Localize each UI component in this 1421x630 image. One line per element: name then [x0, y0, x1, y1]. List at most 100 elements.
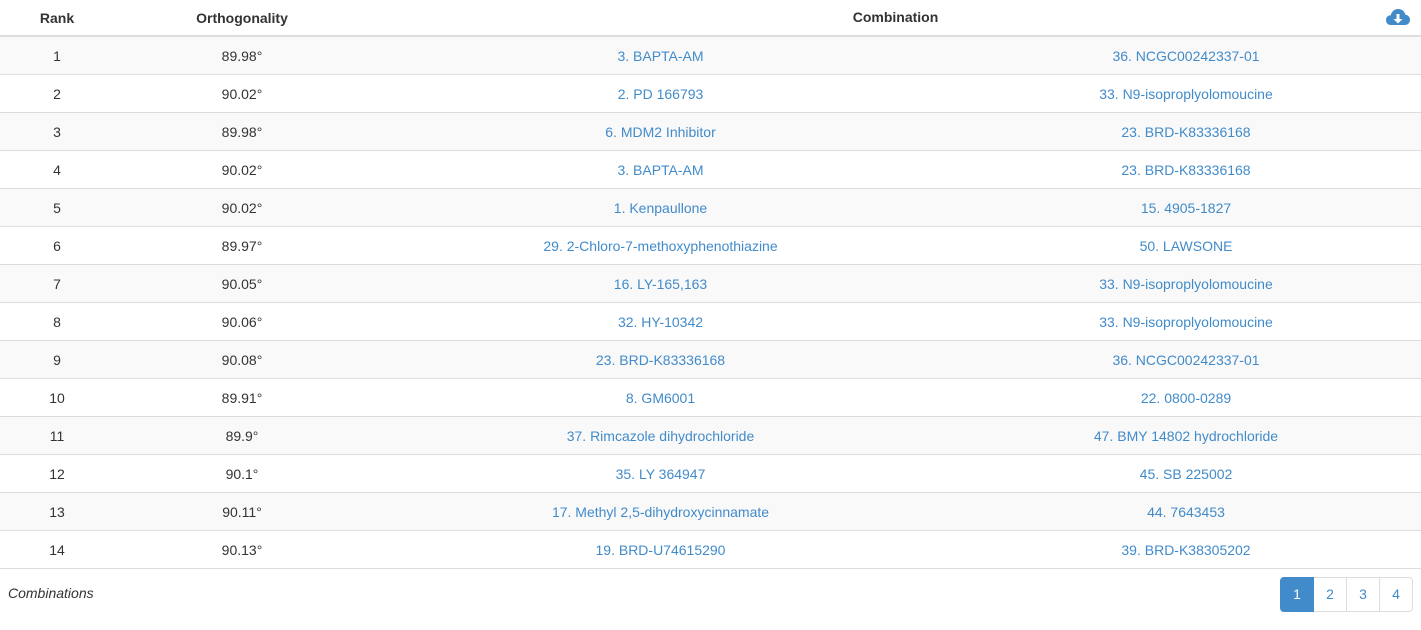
table-row: 7 90.05° 16. LY-165,163 33. N9-isoproplyolo…	[0, 264, 1421, 303]
table-row: 11 89.9° 37. Rimcazole dihydrochloride 47. …	[0, 416, 1421, 455]
rank-cell: 3	[0, 112, 114, 151]
drug-b-link[interactable]: 45. SB 225002	[1140, 466, 1233, 482]
drug-b-link[interactable]: 33. N9-isoproplyolomoucine	[1099, 86, 1273, 102]
combination-drug-b-cell: 33. N9-isoproplyolomoucine	[951, 302, 1421, 341]
page-button-2[interactable]: 2	[1313, 577, 1347, 612]
table-row: 10 89.91° 8. GM6001 22. 0800-0289	[0, 378, 1421, 417]
drug-b-link[interactable]: 44. 7643453	[1147, 504, 1225, 520]
combination-drug-a-cell: 17. Methyl 2,5-dihydroxycinnamate	[370, 492, 951, 531]
drug-b-link[interactable]: 22. 0800-0289	[1141, 390, 1231, 406]
orthogonality-cell: 90.02°	[114, 188, 370, 227]
drug-a-link[interactable]: 3. BAPTA-AM	[617, 162, 703, 178]
table-row: 13 90.11° 17. Methyl 2,5-dihydroxycinnamat…	[0, 492, 1421, 531]
page-button-4[interactable]: 4	[1379, 577, 1413, 612]
combination-drug-a-cell: 19. BRD-U74615290	[370, 530, 951, 569]
table-caption: Combinations	[8, 585, 94, 601]
combinations-table: Rank Orthogonality Combination 1 89.98° 3.…	[0, 0, 1421, 569]
combination-drug-b-cell: 33. N9-isoproplyolomoucine	[951, 74, 1421, 113]
combination-drug-b-cell: 50. LAWSONE	[951, 226, 1421, 265]
table-row: 14 90.13° 19. BRD-U74615290 39. BRD-K383052…	[0, 530, 1421, 569]
orthogonality-column-header[interactable]: Orthogonality	[114, 0, 370, 37]
combination-drug-a-cell: 3. BAPTA-AM	[370, 150, 951, 189]
rank-cell: 12	[0, 454, 114, 493]
drug-b-link[interactable]: 15. 4905-1827	[1141, 200, 1231, 216]
orthogonality-cell: 90.13°	[114, 530, 370, 569]
drug-a-link[interactable]: 37. Rimcazole dihydrochloride	[567, 428, 755, 444]
table-row: 8 90.06° 32. HY-10342 33. N9-isoproplyolomo…	[0, 302, 1421, 341]
table-row: 6 89.97° 29. 2-Chloro-7-methoxyphenothiazi…	[0, 226, 1421, 265]
rank-cell: 6	[0, 226, 114, 265]
drug-b-link[interactable]: 36. NCGC00242337-01	[1112, 352, 1259, 368]
rank-cell: 2	[0, 74, 114, 113]
orthogonality-cell: 90.02°	[114, 150, 370, 189]
combination-drug-a-cell: 8. GM6001	[370, 378, 951, 417]
drug-b-link[interactable]: 47. BMY 14802 hydrochloride	[1094, 428, 1278, 444]
table-row: 5 90.02° 1. Kenpaullone 15. 4905-1827	[0, 188, 1421, 227]
combination-drug-a-cell: 3. BAPTA-AM	[370, 36, 951, 75]
drug-a-link[interactable]: 17. Methyl 2,5-dihydroxycinnamate	[552, 504, 769, 520]
table-row: 3 89.98° 6. MDM2 Inhibitor 23. BRD-K8333616…	[0, 112, 1421, 151]
combination-drug-b-cell: 23. BRD-K83336168	[951, 112, 1421, 151]
combination-drug-a-cell: 1. Kenpaullone	[370, 188, 951, 227]
combination-drug-b-cell: 22. 0800-0289	[951, 378, 1421, 417]
table-body: 1 89.98° 3. BAPTA-AM 36. NCGC00242337-01 2 90…	[0, 36, 1421, 569]
drug-a-link[interactable]: 32. HY-10342	[618, 314, 703, 330]
table-row: 4 90.02° 3. BAPTA-AM 23. BRD-K83336168	[0, 150, 1421, 189]
orthogonality-cell: 90.11°	[114, 492, 370, 531]
drug-a-link[interactable]: 1. Kenpaullone	[614, 200, 707, 216]
drug-a-link[interactable]: 3. BAPTA-AM	[617, 48, 703, 64]
orthogonality-cell: 90.06°	[114, 302, 370, 341]
combination-column-header: Combination	[370, 0, 1421, 37]
drug-a-link[interactable]: 23. BRD-K83336168	[596, 352, 725, 368]
combination-drug-a-cell: 6. MDM2 Inhibitor	[370, 112, 951, 151]
rank-cell: 14	[0, 530, 114, 569]
drug-b-link[interactable]: 50. LAWSONE	[1140, 238, 1233, 254]
table-row: 2 90.02° 2. PD 166793 33. N9-isoproplyolomo…	[0, 74, 1421, 113]
page-button-1[interactable]: 1	[1280, 577, 1314, 612]
pagination: 1234	[1280, 577, 1413, 612]
orthogonality-cell: 90.02°	[114, 74, 370, 113]
drug-a-link[interactable]: 16. LY-165,163	[614, 276, 707, 292]
drug-b-link[interactable]: 36. NCGC00242337-01	[1112, 48, 1259, 64]
orthogonality-cell: 89.98°	[114, 36, 370, 75]
rank-cell: 8	[0, 302, 114, 341]
drug-a-link[interactable]: 35. LY 364947	[616, 466, 706, 482]
table-footer: Combinations 1234	[0, 574, 1421, 614]
drug-a-link[interactable]: 2. PD 166793	[618, 86, 704, 102]
results-panel: Rank Orthogonality Combination 1 89.98° 3.…	[0, 0, 1421, 630]
combination-drug-a-cell: 35. LY 364947	[370, 454, 951, 493]
page-button-3[interactable]: 3	[1346, 577, 1380, 612]
combination-drug-a-cell: 32. HY-10342	[370, 302, 951, 341]
drug-a-link[interactable]: 6. MDM2 Inhibitor	[605, 124, 715, 140]
rank-cell: 11	[0, 416, 114, 455]
orthogonality-cell: 90.1°	[114, 454, 370, 493]
orthogonality-cell: 89.91°	[114, 378, 370, 417]
combination-header-label: Combination	[852, 9, 939, 25]
combination-drug-b-cell: 33. N9-isoproplyolomoucine	[951, 264, 1421, 303]
combination-drug-b-cell: 36. NCGC00242337-01	[951, 36, 1421, 75]
rank-column-header[interactable]: Rank	[0, 0, 114, 37]
drug-a-link[interactable]: 19. BRD-U74615290	[596, 542, 726, 558]
drug-a-link[interactable]: 29. 2-Chloro-7-methoxyphenothiazine	[543, 238, 777, 254]
drug-b-link[interactable]: 33. N9-isoproplyolomoucine	[1099, 314, 1273, 330]
drug-b-link[interactable]: 23. BRD-K83336168	[1121, 124, 1250, 140]
rank-cell: 9	[0, 340, 114, 379]
drug-a-link[interactable]: 8. GM6001	[626, 390, 695, 406]
table-row: 12 90.1° 35. LY 364947 45. SB 225002	[0, 454, 1421, 493]
combination-drug-b-cell: 45. SB 225002	[951, 454, 1421, 493]
table-row: 9 90.08° 23. BRD-K83336168 36. NCGC00242337…	[0, 340, 1421, 379]
rank-cell: 1	[0, 36, 114, 75]
combination-drug-b-cell: 36. NCGC00242337-01	[951, 340, 1421, 379]
table-row: 1 89.98° 3. BAPTA-AM 36. NCGC00242337-01	[0, 36, 1421, 75]
rank-cell: 13	[0, 492, 114, 531]
combination-drug-a-cell: 2. PD 166793	[370, 74, 951, 113]
drug-b-link[interactable]: 33. N9-isoproplyolomoucine	[1099, 276, 1273, 292]
drug-b-link[interactable]: 23. BRD-K83336168	[1121, 162, 1250, 178]
drug-b-link[interactable]: 39. BRD-K38305202	[1121, 542, 1250, 558]
combination-drug-a-cell: 16. LY-165,163	[370, 264, 951, 303]
table-header-row: Rank Orthogonality Combination	[0, 0, 1421, 37]
combination-drug-b-cell: 23. BRD-K83336168	[951, 150, 1421, 189]
orthogonality-cell: 90.08°	[114, 340, 370, 379]
cloud-download-icon[interactable]	[1385, 6, 1411, 28]
orthogonality-cell: 89.98°	[114, 112, 370, 151]
